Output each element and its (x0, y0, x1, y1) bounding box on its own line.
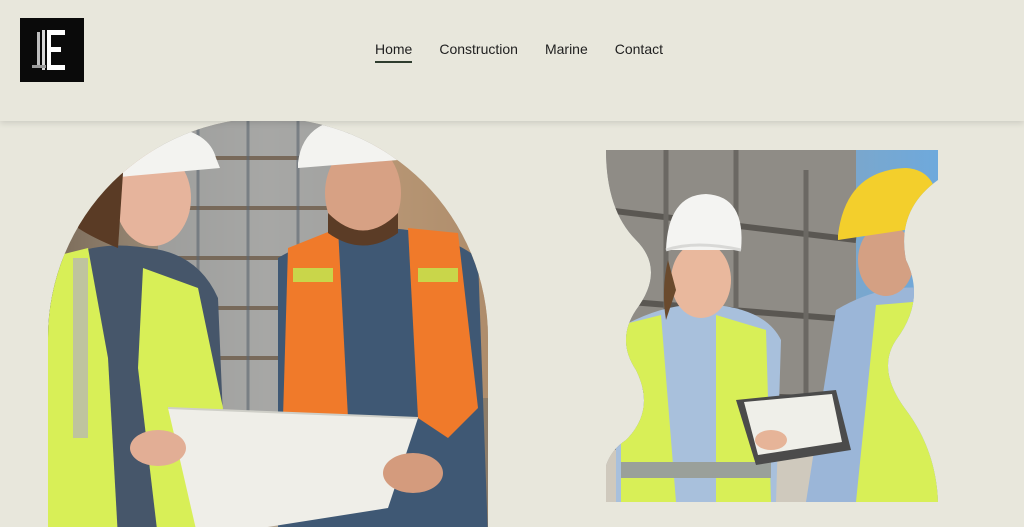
site-logo[interactable] (20, 18, 84, 82)
nav-home[interactable]: Home (375, 41, 413, 63)
nav-construction[interactable]: Construction (439, 41, 518, 63)
hero-image-left (48, 118, 488, 527)
nav-marine[interactable]: Marine (545, 41, 588, 63)
nav-contact[interactable]: Contact (615, 41, 663, 63)
workers-blueprint-photo (48, 118, 488, 527)
hero-image-right (606, 150, 938, 502)
site-header: Home Construction Marine Contact (0, 0, 1024, 121)
logo-e-icon (20, 18, 84, 82)
main-nav: Home Construction Marine Contact (375, 41, 663, 63)
page: Home Construction Marine Contact (0, 0, 1024, 527)
workers-clipboard-photo (606, 150, 938, 502)
